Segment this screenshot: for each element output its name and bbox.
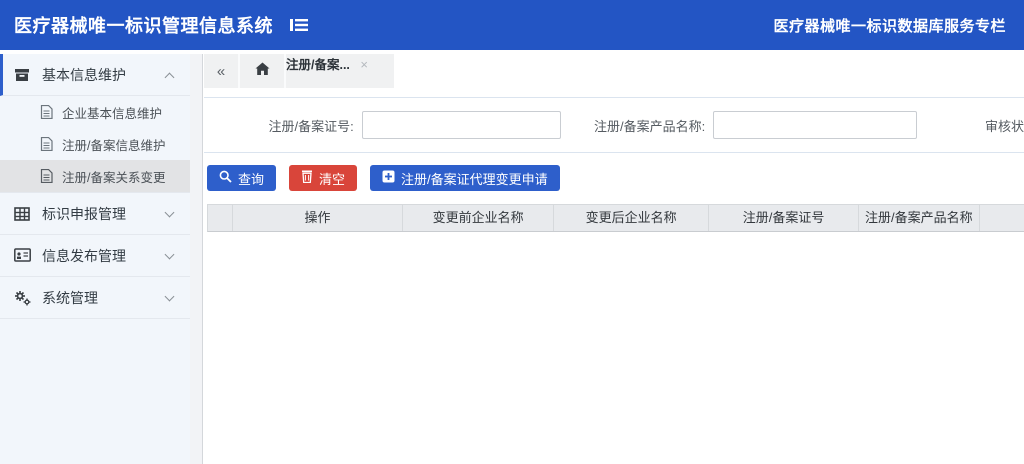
tab-close-icon[interactable]: × xyxy=(360,57,368,72)
table-body-empty xyxy=(207,232,1024,432)
file-icon xyxy=(40,169,53,183)
sidebar-toggle-icon[interactable] xyxy=(289,17,309,33)
sidebar-section-label: 信息发布管理 xyxy=(42,246,126,266)
toolbar: 查询 清空 注册/备案证代理变更申请 xyxy=(204,165,1024,191)
table-header-row: 操作 变更前企业名称 变更后企业名称 注册/备案证号 注册/备案产品名称 xyxy=(207,204,1024,232)
table-header-cut-off xyxy=(980,205,1024,231)
agent-change-apply-button[interactable]: 注册/备案证代理变更申请 xyxy=(370,165,560,191)
query-button[interactable]: 查询 xyxy=(207,165,276,191)
archive-icon xyxy=(14,67,30,83)
audit-status-label: 审核状 xyxy=(985,116,1024,135)
table-header-product-name[interactable]: 注册/备案产品名称 xyxy=(859,205,979,231)
sidebar-section-label: 标识申报管理 xyxy=(42,204,126,224)
results-table: 操作 变更前企业名称 变更后企业名称 注册/备案证号 注册/备案产品名称 xyxy=(207,204,1024,432)
apply-button-label: 注册/备案证代理变更申请 xyxy=(401,169,548,188)
main-content: « 注册/备案... × 注册/备案证号: 注册/备案产品名称: 审核状 xyxy=(204,54,1024,464)
sidebar-section-identifier-declaration[interactable]: 标识申报管理 xyxy=(0,193,190,235)
cogs-icon xyxy=(14,290,30,306)
chevron-down-icon xyxy=(166,252,174,260)
portal-link[interactable]: 医疗器械唯一标识数据库服务专栏 xyxy=(773,0,1006,50)
tab-bar: « 注册/备案... × xyxy=(204,54,1024,88)
table-header-cert-no[interactable]: 注册/备案证号 xyxy=(709,205,859,231)
app-title: 医疗器械唯一标识管理信息系统 xyxy=(14,12,273,38)
tab-label: 注册/备案... xyxy=(286,58,350,72)
table-header-company-after[interactable]: 变更后企业名称 xyxy=(554,205,709,231)
cert-no-input[interactable] xyxy=(362,111,562,139)
home-icon xyxy=(255,62,270,81)
sidebar-item-registration-info[interactable]: 注册/备案信息维护 xyxy=(0,128,190,160)
product-name-label: 注册/备案产品名称: xyxy=(561,116,705,135)
search-icon xyxy=(219,170,238,186)
table-header-company-before[interactable]: 变更前企业名称 xyxy=(403,205,554,231)
sidebar-item-label: 注册/备案信息维护 xyxy=(62,135,165,154)
plus-square-icon xyxy=(382,170,401,186)
sidebar-item-company-info[interactable]: 企业基本信息维护 xyxy=(0,96,190,128)
file-icon xyxy=(40,105,53,119)
chevron-down-icon xyxy=(166,294,174,302)
sidebar-section-basic-info[interactable]: 基本信息维护 xyxy=(0,54,190,96)
sidebar-submenu-basic-info: 企业基本信息维护 注册/备案信息维护 xyxy=(0,96,190,193)
sidebar-gutter xyxy=(190,54,203,464)
sidebar-section-info-publish[interactable]: 信息发布管理 xyxy=(0,235,190,277)
table-icon xyxy=(14,206,30,222)
chevron-up-icon xyxy=(166,71,174,79)
tab-registration-relation-change[interactable]: 注册/备案... × xyxy=(286,54,394,88)
sidebar-section-label: 基本信息维护 xyxy=(42,65,126,85)
sidebar-section-system-management[interactable]: 系统管理 xyxy=(0,277,190,319)
table-header-select xyxy=(208,205,233,231)
cert-no-label: 注册/备案证号: xyxy=(204,116,354,135)
home-tab-button[interactable] xyxy=(240,54,286,88)
clear-button-label: 清空 xyxy=(319,169,345,188)
query-button-label: 查询 xyxy=(238,169,264,188)
table-header-actions[interactable]: 操作 xyxy=(233,205,403,231)
collapse-chevrons: « xyxy=(217,63,225,80)
file-icon xyxy=(40,137,53,151)
sidebar-section-label: 系统管理 xyxy=(42,288,98,308)
clear-button[interactable]: 清空 xyxy=(289,165,357,191)
sidebar-item-label: 企业基本信息维护 xyxy=(62,103,162,122)
trash-icon xyxy=(301,170,319,186)
sidebar-item-registration-relation-change[interactable]: 注册/备案关系变更 xyxy=(0,160,190,192)
id-card-icon xyxy=(14,248,30,264)
product-name-input[interactable] xyxy=(713,111,917,139)
tabs-collapse-button[interactable]: « xyxy=(204,54,240,88)
sidebar-item-label: 注册/备案关系变更 xyxy=(62,167,165,186)
sidebar: 基本信息维护 企业基本信息维护 xyxy=(0,54,190,464)
filter-panel: 注册/备案证号: 注册/备案产品名称: 审核状 xyxy=(204,97,1024,153)
chevron-down-icon xyxy=(166,210,174,218)
app-header: 医疗器械唯一标识管理信息系统 医疗器械唯一标识数据库服务专栏 xyxy=(0,0,1024,50)
